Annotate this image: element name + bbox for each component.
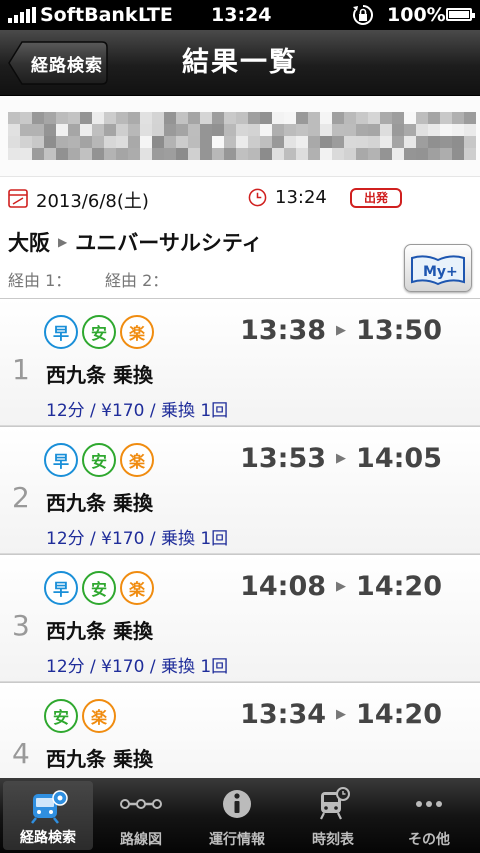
route-badge-fast: 早 — [44, 571, 78, 605]
tab-route-map[interactable]: 路線図 — [93, 778, 189, 853]
route-badges: 安楽 — [44, 699, 116, 733]
route-map-icon — [93, 786, 189, 822]
result-number: 3 — [12, 609, 30, 642]
via-2-label: 経由 2： — [105, 271, 169, 290]
transfer-info: 西九条 乗換 — [46, 747, 153, 771]
route-badge-easy: 楽 — [120, 443, 154, 477]
tab-label: 時刻表 — [312, 832, 354, 848]
route-times: 13:34 ▶ 14:20 — [240, 699, 442, 730]
arrival-time: 14:20 — [356, 571, 442, 602]
tab-label: その他 — [408, 832, 450, 848]
time-arrow-icon: ▶ — [336, 451, 347, 466]
route-badge-easy: 楽 — [120, 571, 154, 605]
route-badge-fast: 早 — [44, 315, 78, 349]
page-title: 結果一覧 — [182, 47, 298, 78]
battery-icon — [446, 8, 475, 21]
result-number: 2 — [12, 481, 30, 514]
route-badge-easy: 楽 — [82, 699, 116, 733]
route-badges: 早安楽 — [44, 571, 154, 605]
more-icon — [381, 786, 477, 822]
tab-bar: 経路検索 路線図 運行情報 時刻表 その他 — [0, 778, 480, 853]
timetable-icon — [285, 786, 381, 822]
route-badges: 早安楽 — [44, 443, 154, 477]
signal-icon — [8, 7, 36, 23]
calendar-icon — [8, 189, 28, 208]
search-date: 2013/6/8(土) — [36, 191, 149, 212]
network-type: LTE — [138, 4, 173, 26]
time-arrow-icon: ▶ — [336, 579, 347, 594]
my-button-label: My+ — [423, 264, 458, 280]
arrival-time: 14:20 — [356, 699, 442, 730]
arrival-time: 14:05 — [356, 443, 442, 474]
result-number: 1 — [12, 353, 30, 386]
route-badge-safe: 安 — [82, 315, 116, 349]
route-times: 13:38 ▶ 13:50 — [240, 315, 442, 346]
result-row[interactable]: 安楽 13:34 ▶ 14:20 4 西九条 乗換 — [0, 682, 480, 778]
tab-timetable[interactable]: 時刻表 — [285, 778, 381, 853]
departure-time: 13:38 — [240, 315, 327, 346]
tab-label: 経路検索 — [20, 830, 76, 846]
route-times: 14:08 ▶ 14:20 — [240, 571, 442, 602]
result-row[interactable]: 早安楽 13:53 ▶ 14:05 2 西九条 乗換 12分 / ¥170 / … — [0, 426, 480, 554]
route-badge-easy: 楽 — [120, 315, 154, 349]
info-icon — [189, 786, 285, 822]
transfer-info: 西九条 乗換 — [46, 619, 153, 643]
search-time: 13:24 — [275, 187, 327, 208]
route-badge-safe: 安 — [82, 571, 116, 605]
origin-station: 大阪 — [8, 231, 50, 255]
route-stations: 大阪 ▶ ユニバーサルシティ — [8, 227, 263, 257]
results-list: 早安楽 13:38 ▶ 13:50 1 西九条 乗換 12分 / ¥170 / … — [0, 298, 480, 778]
departure-time: 13:53 — [240, 443, 327, 474]
navigation-bar: 経路検索 結果一覧 — [0, 30, 480, 96]
carrier-name: SoftBank — [40, 4, 138, 26]
ad-banner[interactable] — [0, 96, 480, 176]
train-search-icon — [3, 789, 93, 825]
departure-time: 13:34 — [240, 699, 327, 730]
departure-time: 14:08 — [240, 571, 327, 602]
result-row[interactable]: 早安楽 14:08 ▶ 14:20 3 西九条 乗換 12分 / ¥170 / … — [0, 554, 480, 682]
via-1-label: 経由 1： — [8, 271, 72, 290]
tab-info[interactable]: 運行情報 — [189, 778, 285, 853]
search-summary: 2013/6/8(土) 13:24 出発 大阪 ▶ ユニバーサルシティ 経由 1… — [0, 176, 480, 298]
route-detail: 12分 / ¥170 / 乗換 1回 — [46, 657, 229, 677]
tab-more[interactable]: その他 — [381, 778, 477, 853]
tab-label: 路線図 — [120, 832, 162, 848]
clock-icon — [248, 188, 267, 207]
tab-train-search[interactable]: 経路検索 — [3, 781, 93, 850]
tab-label: 運行情報 — [209, 832, 265, 848]
route-arrow-icon: ▶ — [58, 235, 68, 249]
transfer-info: 西九条 乗換 — [46, 363, 153, 387]
add-my-route-button[interactable]: My+ — [404, 244, 472, 292]
rotation-lock-icon — [353, 5, 373, 25]
time-arrow-icon: ▶ — [336, 707, 347, 722]
destination-station: ユニバーサルシティ — [75, 231, 263, 255]
battery-percent: 100% — [387, 4, 446, 26]
route-badge-safe: 安 — [82, 443, 116, 477]
route-badge-fast: 早 — [44, 443, 78, 477]
departure-badge: 出発 — [350, 188, 402, 208]
arrival-time: 13:50 — [356, 315, 442, 346]
my-plus-icon: My+ — [411, 255, 465, 286]
status-time: 13:24 — [211, 4, 272, 26]
route-detail: 12分 / ¥170 / 乗換 1回 — [46, 529, 229, 549]
route-detail: 12分 / ¥170 / 乗換 1回 — [46, 401, 229, 421]
result-number: 4 — [12, 737, 30, 770]
result-row[interactable]: 早安楽 13:38 ▶ 13:50 1 西九条 乗換 12分 / ¥170 / … — [0, 298, 480, 426]
status-bar: SoftBank LTE 13:24 100% — [0, 0, 480, 30]
route-badges: 早安楽 — [44, 315, 154, 349]
route-times: 13:53 ▶ 14:05 — [240, 443, 442, 474]
transfer-info: 西九条 乗換 — [46, 491, 153, 515]
time-arrow-icon: ▶ — [336, 323, 347, 338]
route-badge-safe: 安 — [44, 699, 78, 733]
